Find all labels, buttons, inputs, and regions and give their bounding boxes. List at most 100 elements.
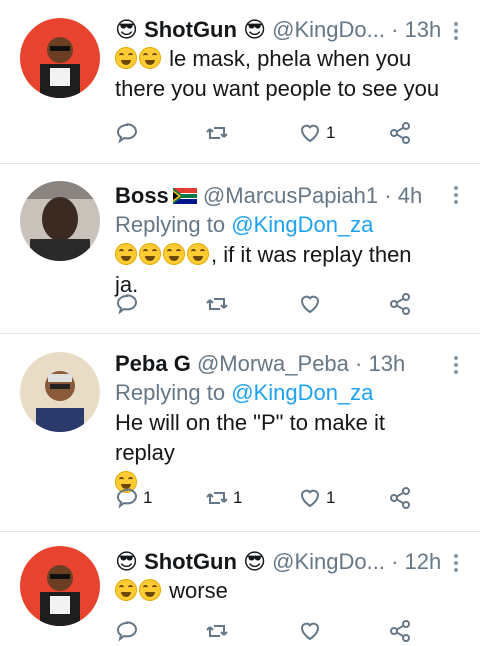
tweet-feed: 😎 ShotGun 😎 @KingDo... · 13h le mask, ph… — [0, 0, 480, 645]
share-icon — [390, 487, 410, 509]
share-icon — [390, 293, 410, 315]
retweet-icon — [206, 492, 228, 504]
retweet-icon — [206, 127, 228, 139]
like-button[interactable] — [298, 289, 326, 319]
share-icon — [390, 122, 410, 144]
heart-icon — [300, 295, 320, 314]
like-count: 1 — [326, 123, 336, 142]
reply-count: 1 — [143, 488, 153, 507]
reply-button[interactable] — [115, 616, 143, 646]
more-options-button[interactable] — [454, 354, 460, 377]
tweet-actions — [115, 616, 415, 646]
tweet-3[interactable]: Peba G @Morwa_Peba · 13h Replying to @Ki… — [0, 334, 480, 530]
timestamp[interactable]: 13h — [405, 17, 442, 42]
rofl-emoji — [187, 243, 209, 265]
sunglasses-emoji: 😎 — [115, 17, 138, 42]
rofl-emoji — [139, 47, 161, 69]
heart-icon — [300, 489, 320, 508]
sunglasses-emoji: 😎 — [115, 549, 138, 574]
tweet-header: Boss @MarcusPapiah1 · 4h — [115, 182, 440, 210]
avatar[interactable] — [20, 18, 100, 98]
user-handle[interactable]: @Morwa_Peba — [197, 351, 349, 376]
avatar-image — [20, 352, 100, 432]
retweet-icon — [206, 298, 228, 310]
like-button[interactable]: 1 — [298, 483, 335, 513]
user-handle[interactable]: @KingDo... — [272, 549, 385, 574]
tweet-text: worse — [169, 578, 228, 603]
more-options-button[interactable] — [454, 552, 460, 575]
like-button[interactable]: 1 — [298, 118, 335, 148]
south-africa-flag-icon — [172, 188, 197, 204]
avatar[interactable] — [20, 181, 100, 261]
share-button[interactable] — [388, 289, 412, 319]
separator: · — [355, 351, 363, 376]
user-handle[interactable]: @MarcusPapiah1 — [203, 183, 378, 208]
retweet-button[interactable] — [205, 118, 233, 148]
tweet-actions — [115, 289, 415, 319]
like-button[interactable] — [298, 616, 326, 646]
avatar-image — [20, 18, 100, 98]
tweet-text-block: le mask, phela when you there you want p… — [115, 44, 440, 104]
reply-icon — [116, 621, 138, 642]
tweet-header: Peba G @Morwa_Peba · 13h — [115, 350, 440, 378]
retweet-count: 1 — [233, 488, 243, 507]
tweet-header: 😎 ShotGun 😎 @KingDo... · 13h — [115, 16, 442, 44]
tears-of-joy-emoji — [139, 579, 161, 601]
separator: · — [384, 183, 392, 208]
reply-icon — [116, 123, 138, 144]
mention-link[interactable]: @KingDon_za — [231, 380, 373, 405]
replying-to: Replying to @KingDon_za — [115, 210, 440, 240]
separator: · — [391, 17, 399, 42]
heart-icon — [300, 124, 320, 143]
avatar-image — [20, 181, 100, 261]
share-button[interactable] — [388, 483, 412, 513]
avatar[interactable] — [20, 546, 100, 626]
retweet-button[interactable] — [205, 289, 233, 319]
sunglasses-emoji: 😎 — [243, 549, 266, 574]
more-options-button[interactable] — [454, 184, 460, 207]
like-count: 1 — [326, 488, 336, 507]
avatar-image — [20, 546, 100, 626]
mention-link[interactable]: @KingDon_za — [231, 212, 373, 237]
retweet-button[interactable]: 1 — [205, 483, 242, 513]
tweet-actions: 1 — [115, 118, 415, 148]
tweet-1[interactable]: 😎 ShotGun 😎 @KingDo... · 13h le mask, ph… — [0, 0, 480, 163]
replying-to: Replying to @KingDon_za — [115, 378, 440, 408]
replying-to-label: Replying to — [115, 380, 226, 405]
user-handle[interactable]: @KingDo... — [272, 17, 385, 42]
share-button[interactable] — [388, 616, 412, 646]
tweet-4[interactable]: 😎 ShotGun 😎 @KingDo... · 12h worse — [0, 532, 480, 645]
sunglasses-emoji: 😎 — [243, 17, 266, 42]
tweet-2[interactable]: Boss @MarcusPapiah1 · 4h Replying to @Ki… — [0, 164, 480, 332]
timestamp[interactable]: 13h — [368, 351, 405, 376]
tears-of-joy-emoji — [115, 579, 137, 601]
tweet-header: 😎 ShotGun 😎 @KingDo... · 12h — [115, 548, 442, 576]
rofl-emoji — [139, 243, 161, 265]
rofl-emoji — [115, 243, 137, 265]
reply-button[interactable]: 1 — [115, 483, 152, 513]
reply-button[interactable] — [115, 289, 143, 319]
share-button[interactable] — [388, 118, 412, 148]
separator: · — [391, 549, 399, 574]
display-name[interactable]: ShotGun — [144, 17, 237, 42]
tweet-actions: 1 1 1 — [115, 483, 415, 513]
reply-button[interactable] — [115, 118, 143, 148]
tweet-text: He will on the "P" to make it replay — [115, 410, 385, 465]
rofl-emoji — [115, 47, 137, 69]
avatar[interactable] — [20, 352, 100, 432]
rofl-emoji — [163, 243, 185, 265]
tweet-text: le mask, phela when you there you want p… — [115, 46, 440, 101]
heart-icon — [300, 622, 320, 641]
retweet-button[interactable] — [205, 616, 233, 646]
tweet-text-block: worse — [115, 576, 440, 606]
display-name[interactable]: Peba G — [115, 351, 191, 376]
timestamp[interactable]: 12h — [405, 549, 442, 574]
reply-icon — [116, 294, 138, 315]
retweet-icon — [206, 625, 228, 637]
display-name[interactable]: Boss — [115, 183, 169, 208]
timestamp[interactable]: 4h — [398, 183, 422, 208]
display-name[interactable]: ShotGun — [144, 549, 237, 574]
share-icon — [390, 620, 410, 642]
more-options-button[interactable] — [454, 20, 460, 43]
reply-icon — [116, 488, 138, 509]
